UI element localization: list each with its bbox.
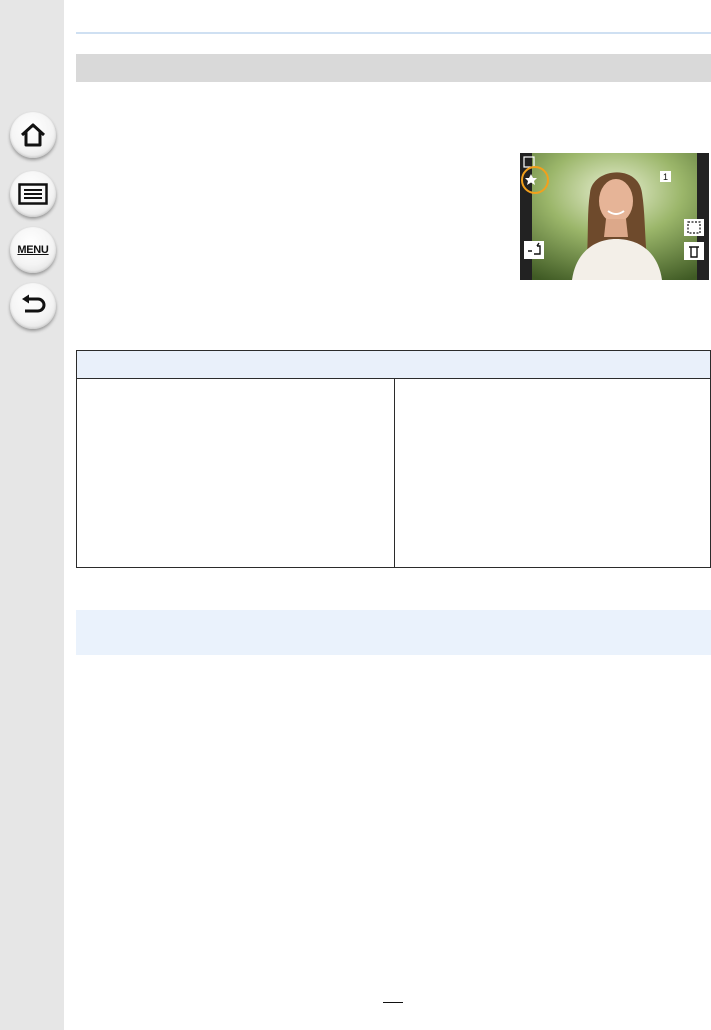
frame-number: 1 bbox=[663, 172, 668, 182]
home-button[interactable] bbox=[10, 112, 56, 158]
section-title-bar bbox=[76, 54, 711, 82]
table-header bbox=[77, 351, 710, 379]
menu-button[interactable]: MENU bbox=[10, 227, 56, 273]
menu-icon: MENU bbox=[17, 244, 49, 256]
header-rule bbox=[76, 32, 711, 34]
table-column-divider bbox=[394, 379, 395, 567]
info-table bbox=[76, 350, 711, 568]
portrait-image: 1 bbox=[520, 153, 709, 280]
note-box bbox=[76, 610, 711, 655]
page-number-mark bbox=[383, 1002, 403, 1003]
contents-button[interactable] bbox=[10, 171, 56, 217]
list-icon bbox=[18, 183, 48, 205]
home-icon bbox=[20, 123, 46, 147]
playback-screen-photo: 1 bbox=[520, 153, 709, 280]
back-button[interactable] bbox=[10, 283, 56, 329]
sidebar: MENU bbox=[0, 0, 64, 1030]
back-arrow-icon bbox=[22, 294, 46, 313]
upload-icon bbox=[524, 241, 544, 259]
